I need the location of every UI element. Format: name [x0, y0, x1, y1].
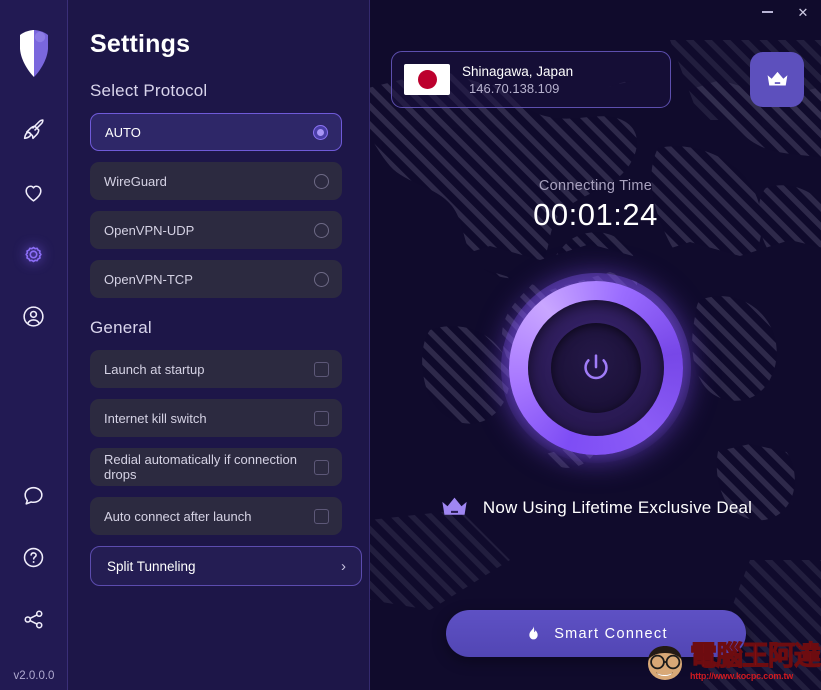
general-option-internet-kill-switch[interactable]: Internet kill switch — [90, 399, 342, 437]
general-section-heading: General — [90, 318, 152, 337]
server-location-card[interactable]: Shinagawa, Japan 146.70.138.109 — [391, 51, 671, 108]
chevron-right-icon: › — [341, 557, 346, 575]
main-panel: Shinagawa, Japan 146.70.138.109 Connecti… — [370, 0, 821, 690]
premium-crown-button[interactable] — [750, 52, 804, 107]
server-ip-address: 146.70.138.109 — [469, 80, 560, 96]
chat-icon[interactable] — [17, 478, 51, 512]
heart-icon[interactable] — [17, 175, 51, 209]
checkbox-icon[interactable] — [314, 508, 329, 524]
connecting-time-label: Connecting Time — [538, 178, 653, 194]
rail-top-group — [17, 113, 51, 333]
left-nav-rail: v2.0.0.0 — [0, 0, 68, 690]
general-label: Launch at startup — [104, 361, 205, 377]
protocol-option-wireguard[interactable]: WireGuard — [90, 162, 342, 200]
protocol-option-openvpn-udp[interactable]: OpenVPN-UDP — [90, 211, 342, 249]
radio-icon[interactable] — [314, 222, 329, 238]
connecting-time-value: 00:01:24 — [533, 197, 658, 232]
general-option-auto-connect[interactable]: Auto connect after launch — [90, 497, 342, 535]
server-location-name: Shinagawa, Japan — [462, 63, 574, 79]
app-body: v2.0.0.0 Settings Select Protocol AUTO W… — [0, 0, 821, 690]
crown-icon — [442, 497, 467, 515]
gear-icon[interactable] — [17, 237, 51, 271]
protocol-label: AUTO — [105, 124, 141, 140]
share-icon[interactable] — [17, 602, 51, 636]
page-title: Settings — [90, 30, 191, 58]
flame-icon — [529, 625, 538, 639]
radio-icon[interactable] — [314, 173, 329, 189]
rocket-icon[interactable] — [17, 113, 51, 147]
checkbox-icon[interactable] — [314, 410, 329, 426]
general-label: Redial automatically if connection drops — [104, 452, 297, 482]
window-title-bar: ✕ — [0, 0, 821, 26]
protocol-label: OpenVPN-UDP — [104, 222, 195, 238]
connecting-time-block: Connecting Time 00:01:24 — [370, 178, 821, 233]
split-tunneling-label: Split Tunneling — [107, 558, 196, 574]
radio-icon[interactable] — [314, 271, 329, 287]
split-tunneling-button[interactable]: Split Tunneling › — [90, 546, 362, 586]
protocol-section-heading: Select Protocol — [90, 81, 208, 100]
lifetime-deal-banner: Now Using Lifetime Exclusive Deal — [370, 492, 821, 523]
protocol-option-openvpn-tcp[interactable]: OpenVPN-TCP — [90, 260, 342, 298]
general-option-launch-at-startup[interactable]: Launch at startup — [90, 350, 342, 388]
top-bar: Shinagawa, Japan 146.70.138.109 — [391, 51, 820, 108]
general-option-redial-automatically[interactable]: Redial automatically if connection drops — [90, 448, 342, 486]
general-label: Internet kill switch — [104, 410, 207, 426]
smart-connect-label: Smart Connect — [554, 625, 668, 642]
power-toggle-button[interactable] — [500, 273, 691, 463]
close-button[interactable]: ✕ — [785, 0, 821, 24]
general-label: Auto connect after launch — [104, 508, 252, 524]
minimize-button[interactable] — [749, 0, 785, 24]
settings-panel: Settings Select Protocol AUTO WireGuard … — [68, 0, 370, 690]
server-location-text: Shinagawa, Japan 146.70.138.109 — [462, 64, 573, 96]
radio-icon-selected[interactable] — [313, 124, 328, 140]
app-version: v2.0.0.0 — [13, 670, 55, 682]
crown-icon — [767, 71, 787, 86]
protocol-label: WireGuard — [104, 173, 167, 189]
minimize-icon — [761, 11, 773, 13]
rail-bottom-group — [17, 478, 51, 636]
checkbox-icon[interactable] — [314, 361, 329, 377]
protocol-option-auto[interactable]: AUTO — [90, 113, 342, 151]
app-logo — [11, 27, 57, 81]
help-icon[interactable] — [17, 540, 51, 574]
vpn-app-window: v2.0.0.0 Settings Select Protocol AUTO W… — [0, 0, 821, 690]
smart-connect-button[interactable]: Smart Connect — [445, 610, 746, 657]
protocol-label: OpenVPN-TCP — [104, 271, 193, 287]
lifetime-deal-text: Now Using Lifetime Exclusive Deal — [482, 497, 753, 517]
checkbox-icon[interactable] — [314, 459, 329, 475]
power-core — [550, 323, 641, 413]
power-icon — [583, 354, 608, 380]
close-icon: ✕ — [797, 4, 809, 20]
account-icon[interactable] — [17, 299, 51, 333]
japan-flag-icon — [404, 64, 450, 95]
